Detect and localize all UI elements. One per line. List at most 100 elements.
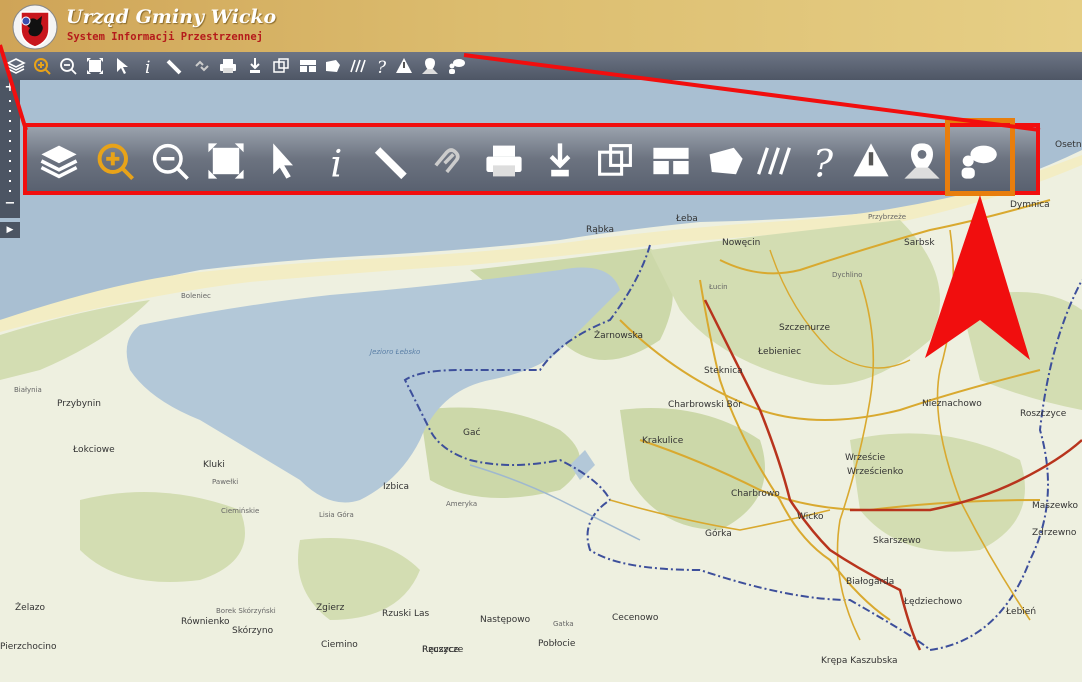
place-label: Gatka	[553, 620, 574, 628]
overview-icon	[598, 144, 632, 176]
place-label: Przybrzeże	[868, 213, 907, 221]
place-label: Kluki	[203, 460, 225, 470]
download-icon[interactable]	[245, 56, 265, 76]
area-shape-icon[interactable]	[322, 56, 342, 76]
place-label: Równienko	[181, 617, 230, 627]
place-label: Izbica	[383, 482, 410, 492]
hatch-icon[interactable]	[348, 56, 368, 76]
zoom-in-icon[interactable]	[32, 56, 52, 76]
place-label: Rzuski Las	[382, 609, 430, 619]
place-label: Łokciowe	[73, 445, 115, 455]
place-label: Charbrowo	[731, 489, 780, 499]
place-label: Borek Skórzyński	[216, 607, 276, 615]
place-label: Wrzeście	[845, 453, 886, 463]
place-label: Zgierz	[316, 603, 345, 613]
info-icon[interactable]: i	[138, 56, 158, 76]
place-label: Rąbka	[586, 225, 615, 235]
highlight-box	[945, 118, 1015, 196]
place-label: Nowęcin	[722, 238, 761, 248]
comment-user-icon[interactable]	[446, 56, 466, 76]
place-label: Dychlino	[832, 271, 863, 279]
place-label: Łebieniec	[758, 347, 802, 357]
place-label: Górka	[705, 529, 732, 539]
place-label: Wrześcienko	[847, 467, 904, 477]
svg-text:?: ?	[813, 141, 834, 183]
place-label: Łucin	[709, 283, 728, 291]
place-label: Wicko	[797, 512, 824, 522]
layout-icon[interactable]	[298, 56, 318, 76]
app-subtitle: System Informacji Przestrzennej	[67, 31, 263, 43]
place-label: Białynia	[14, 386, 42, 394]
place-label: Skórzyno	[232, 626, 274, 636]
layers-icon	[40, 145, 78, 179]
full-extent-icon[interactable]	[85, 56, 105, 76]
place-label: Szczenurze	[779, 323, 831, 333]
zoom-out-icon[interactable]	[58, 56, 78, 76]
area-shape-icon	[709, 147, 743, 175]
place-label: Łeba	[676, 214, 698, 224]
place-label: Sarbsk	[904, 238, 935, 248]
zoom-in-button[interactable]: +	[0, 80, 20, 96]
place-label: Ciemino	[321, 640, 358, 650]
place-label: Nieznachowo	[922, 399, 982, 409]
help-icon[interactable]: ?	[372, 56, 392, 76]
place-label: Pobłocie	[538, 639, 576, 649]
toolbar-zoomed-callout: i ?	[23, 123, 1040, 195]
select-pointer-icon	[273, 143, 293, 179]
overview-icon[interactable]	[271, 56, 291, 76]
place-label: Charbrowski Bór	[668, 400, 742, 410]
place-label: Lisia Góra	[319, 511, 354, 519]
download-icon	[549, 143, 571, 177]
print-icon[interactable]	[218, 56, 238, 76]
zoom-in-icon	[97, 143, 135, 181]
place-label: Zdrzewno	[1032, 528, 1077, 538]
place-label: Pierzchocino	[0, 642, 57, 652]
place-label: Roszczyce	[1020, 409, 1067, 419]
map-pin-icon	[904, 143, 940, 179]
app-title: Urząd Gminy Wicko	[66, 6, 277, 28]
place-label: Łebień	[1006, 607, 1037, 617]
app-header: Urząd Gminy Wicko System Informacji Prze…	[0, 0, 1082, 53]
zoom-slider[interactable]: + −	[0, 80, 20, 218]
place-label: Żarnowska	[594, 331, 644, 341]
expand-panel-button[interactable]: ▶	[0, 222, 20, 238]
lake-label: Jezioro Łebsko	[370, 348, 421, 356]
layers-icon[interactable]	[6, 56, 26, 76]
place-label: Dymnica	[1010, 200, 1050, 210]
place-label: Białogarda	[846, 577, 895, 587]
place-label: Maszewko	[1032, 501, 1078, 511]
svg-text:?: ?	[377, 58, 387, 76]
place-label: Osetnik	[1055, 140, 1082, 150]
place-label: Cecenowo	[612, 613, 659, 623]
place-label: Steknica	[704, 366, 743, 376]
warning-icon	[853, 143, 889, 177]
full-extent-icon	[208, 143, 244, 179]
info-icon: i	[330, 141, 342, 183]
link-icon	[434, 148, 460, 174]
main-toolbar: i ?	[0, 52, 1082, 80]
place-label: Pawełki	[212, 478, 239, 486]
place-label: Boleniec	[181, 292, 211, 300]
place-label: Rzuszcze	[422, 645, 464, 655]
zoom-slider-track[interactable]	[9, 100, 11, 192]
help-icon: ?	[813, 141, 834, 183]
measure-ruler-icon[interactable]	[165, 56, 185, 76]
place-label: Krakulice	[642, 436, 684, 446]
svg-text:i: i	[145, 58, 150, 76]
map-pin-icon[interactable]	[420, 56, 440, 76]
select-pointer-icon[interactable]	[112, 56, 132, 76]
place-label: Żelazo	[15, 603, 45, 613]
warning-icon[interactable]	[394, 56, 414, 76]
svg-text:i: i	[330, 141, 342, 183]
link-icon[interactable]	[192, 56, 212, 76]
print-icon	[486, 145, 522, 177]
hatch-icon	[757, 147, 791, 175]
zoom-out-button[interactable]: −	[0, 196, 20, 212]
place-label: Ciemińskie	[221, 507, 260, 515]
place-label: Przybynin	[57, 399, 101, 409]
place-label: Łędziechowo	[904, 597, 963, 607]
measure-ruler-icon	[374, 147, 407, 180]
zoom-out-icon	[152, 143, 189, 180]
place-label: Skarszewo	[873, 536, 921, 546]
place-label: Ameryka	[446, 500, 478, 508]
